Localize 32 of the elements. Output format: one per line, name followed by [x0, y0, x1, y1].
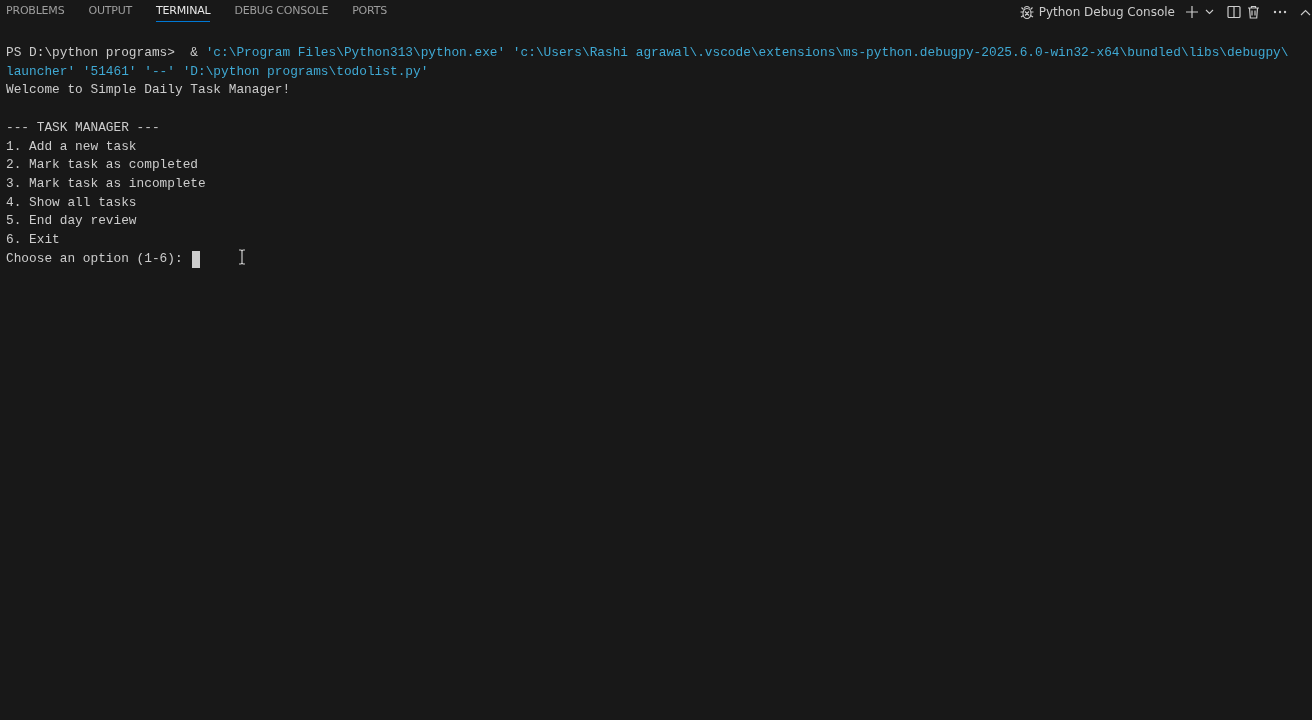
command-argument: 'c:\Program Files\Python313\python.exe' 'c:\Users\Rashi agrawal\.vscode\extensions\ms-python.debugpy-2025.6.0-win32-x64\bundled\libs\debugpy\	[205, 44, 1289, 62]
terminal-selector[interactable]: Python Debug Console	[1018, 4, 1175, 20]
panel-tab[interactable]: OUTPUT	[88, 2, 133, 22]
kill-terminal-button[interactable]	[1247, 5, 1260, 19]
terminal-text: 3. Mark task as incomplete	[6, 174, 206, 193]
chevron-up-icon	[1300, 8, 1311, 16]
panel-tab[interactable]: PROBLEMS	[6, 2, 65, 22]
panel-tab[interactable]: PORTS	[352, 2, 387, 22]
trash-icon	[1247, 5, 1260, 19]
terminal-text: 1. Add a new task	[6, 137, 137, 156]
terminal-text: 4. Show all tasks	[6, 193, 137, 212]
chevron-down-icon	[1205, 9, 1214, 15]
plus-icon	[1185, 5, 1199, 19]
panel-tab[interactable]: TERMINAL	[156, 2, 211, 22]
text-cursor-icon	[238, 249, 246, 265]
terminal-dropdown-button[interactable]	[1205, 9, 1214, 15]
terminal-text: Welcome to Simple Daily Task Manager!	[6, 81, 291, 100]
terminal-text: 5. End day review	[6, 212, 137, 231]
terminal-text: Choose an option (1-6):	[6, 249, 184, 268]
terminal-text: 6. Exit	[6, 231, 60, 249]
terminal-text: 2. Mark task as completed	[6, 156, 198, 175]
split-icon	[1227, 5, 1241, 19]
command-argument: launcher' '51461' '--' 'D:\python programs\todolist.py'	[6, 62, 429, 81]
new-terminal-button[interactable]	[1185, 5, 1199, 19]
more-actions-button[interactable]	[1273, 10, 1287, 14]
bug-icon	[1018, 4, 1035, 20]
maximize-panel-button[interactable]	[1300, 8, 1311, 16]
split-terminal-button[interactable]	[1227, 5, 1241, 19]
panel-tab[interactable]: DEBUG CONSOLE	[234, 2, 329, 22]
terminal-text: --- TASK MANAGER ---	[6, 118, 160, 137]
terminal-text: PS D:\python programs> &	[6, 44, 199, 62]
ellipsis-icon	[1273, 10, 1287, 14]
